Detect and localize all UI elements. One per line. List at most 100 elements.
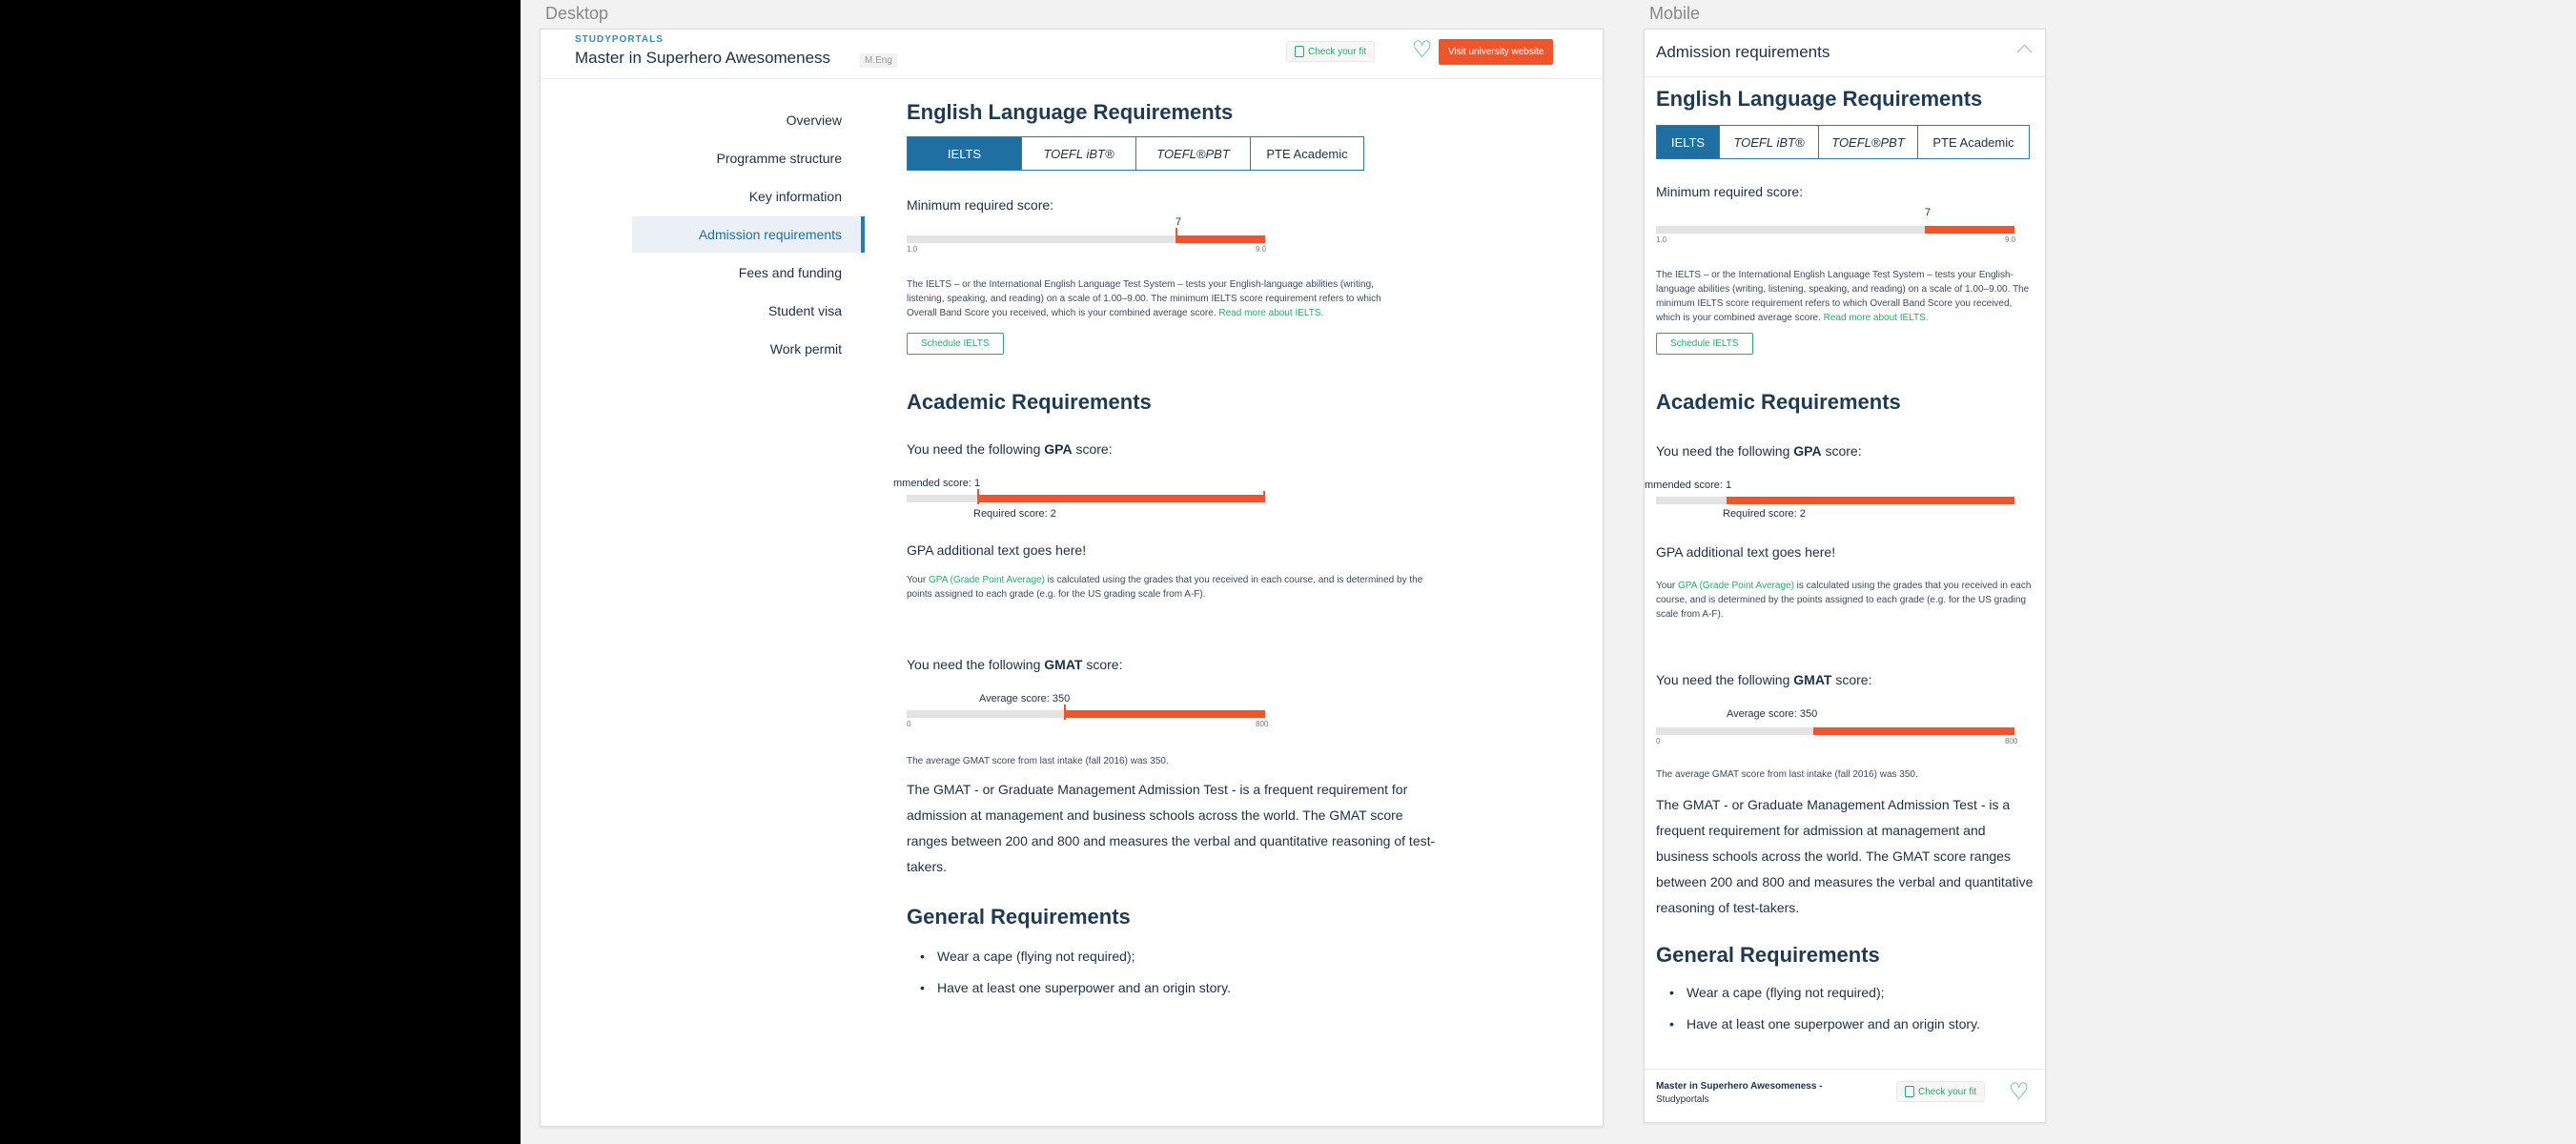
mobile-general-requirements-list: Wear a cape (flying not required); Have … [1656,985,2037,1048]
gpa-bar-end-marker [1263,491,1265,502]
mobile-tab-toefl-ibt[interactable]: TOEFL iBT® [1720,126,1819,158]
mobile-gpa-label-bold: GPA [1793,443,1822,459]
gpa-label-suffix: score: [1072,441,1113,457]
schedule-ielts-button[interactable]: Schedule IELTS [907,333,1004,355]
mobile-gpa-label-prefix: You need the following [1656,443,1794,459]
gpa-label-bold: GPA [1044,441,1073,457]
tab-ielts[interactable]: IELTS [908,137,1022,170]
mobile-gmat-score-bar: Average score: 350 0 800 [1656,708,2018,746]
mobile-check-fit-label: Check your fit [1918,1086,1977,1097]
mobile-gpa-bar-fill [1727,497,2014,504]
mobile-gmat-label-suffix: score: [1831,672,1872,687]
gpa-score-bar: mmended score: 1 Required score: 2 [893,478,1275,520]
general-title: General Requirements [907,905,1131,929]
desktop-canvas-label: Desktop [545,4,609,23]
tab-toefl-ibt[interactable]: TOEFL iBT® [1022,137,1136,170]
mobile-gpa-required-label: Required score: 2 [1723,508,1806,520]
mobile-check-fit-button[interactable]: Check your fit [1896,1081,1986,1102]
tab-toefl-pbt[interactable]: TOEFL®PBT [1136,137,1251,170]
heart-icon[interactable]: ♡ [2009,1081,2030,1104]
check-fit-button[interactable]: Check your fit [1286,41,1376,62]
nav-item-fees-funding[interactable]: Fees and funding [632,255,865,291]
nav-item-admission-requirements[interactable]: Admission requirements [632,216,865,253]
gmat-label-suffix: score: [1082,657,1123,672]
nav-item-work-permit[interactable]: Work permit [632,331,865,367]
mobile-gpa-additional-text: GPA additional text goes here! [1656,544,1836,560]
mobile-general-title: General Requirements [1656,943,1880,967]
mobile-gmat-label-bold: GMAT [1793,672,1832,687]
mobile-frame: Admission requirements English Language … [1644,29,2046,1123]
left-black-panel [0,0,521,1144]
mobile-ielts-read-more-link[interactable]: Read more about IELTS. [1824,313,1929,323]
heart-icon[interactable]: ♡ [1412,39,1433,62]
general-requirements-list: Wear a cape (flying not required); Have … [907,949,1441,1011]
nav-item-overview[interactable]: Overview [632,102,865,138]
mobile-footer-subtitle: Studyportals [1656,1094,1709,1105]
gmat-bar-fill [1063,710,1265,718]
desktop-frame: STUDYPORTALS Master in Superhero Awesome… [540,29,1604,1127]
mobile-ielts-score-value: 7 [1925,207,1932,218]
mobile-tab-pte-academic[interactable]: PTE Academic [1918,126,2029,158]
mobile-gpa-definition-link[interactable]: GPA (Grade Point Average) [1678,581,1794,591]
clipboard-icon [1905,1086,1914,1097]
programme-title: Master in Superhero Awesomeness [575,49,831,67]
ielts-bar-marker [1176,228,1177,243]
gpa-bar-fill [977,495,1265,502]
tab-pte-academic[interactable]: PTE Academic [1251,137,1363,170]
brand-label[interactable]: STUDYPORTALS [575,34,664,45]
mobile-footer-title: Master in Superhero Awesomeness - [1656,1081,1823,1092]
mobile-ielts-description: The IELTS – or the International English… [1656,268,2037,325]
ielts-read-more-link[interactable]: Read more about IELTS. [1218,308,1323,318]
gmat-description: The GMAT - or Graduate Management Admiss… [907,782,1436,874]
list-item: Wear a cape (flying not required); [1656,985,2037,1016]
gpa-label-prefix: You need the following [907,441,1045,457]
academic-title: Academic Requirements [907,390,1152,414]
mobile-tab-toefl-pbt-label: TOEFL®PBT [1831,134,1905,150]
mobile-ielts-bar-fill [1925,226,2014,234]
mobile-schedule-ielts-button[interactable]: Schedule IELTS [1656,333,1753,355]
gmat-bar-marker [1063,705,1066,720]
ielts-bar-fill [1176,235,1265,243]
mobile-canvas-label: Mobile [1649,4,1701,23]
gmat-score-bar: Average score: 350 0 800 [907,693,1269,731]
nav-item-key-information[interactable]: Key information [632,178,865,214]
ielts-score-bar: 7 1.0 9.0 [907,216,1269,255]
mobile-section-header[interactable]: Admission requirements [1645,30,2045,77]
mobile-gpa-label-suffix: score: [1821,443,1862,459]
ielts-min-tick: 1.0 [907,245,918,254]
gmat-max-tick: 800 [1256,720,1269,728]
mobile-min-score-label: Minimum required score: [1656,184,1804,199]
gpa-required-label: Required score: 2 [973,508,1056,520]
mobile-gpa-description: Your GPA (Grade Point Average) is calcul… [1656,579,2041,622]
mobile-academic-title: Academic Requirements [1656,390,1901,414]
desktop-header: STUDYPORTALS Master in Superhero Awesome… [541,30,1603,79]
gmat-label-bold: GMAT [1044,657,1083,672]
nav-item-student-visa[interactable]: Student visa [632,293,865,329]
tab-toefl-ibt-label: TOEFL iBT® [1043,146,1114,161]
mobile-tab-toefl-pbt[interactable]: TOEFL®PBT [1819,126,1918,158]
mobile-section-title: Admission requirements [1656,43,1830,61]
english-title: English Language Requirements [907,100,1234,124]
list-item: Have at least one superpower and an orig… [907,980,1441,1011]
mobile-english-title: English Language Requirements [1656,87,1983,111]
mobile-gmat-label-prefix: You need the following [1656,672,1794,687]
mobile-gmat-label: You need the following GMAT score: [1656,672,1871,687]
gpa-bar-marker [977,489,979,504]
mobile-gpa-recommended-label: mmended score: 1 [1645,480,1732,491]
gpa-definition-link[interactable]: GPA (Grade Point Average) [929,575,1045,585]
mobile-tab-ielts[interactable]: IELTS [1657,126,1720,158]
check-fit-label: Check your fit [1308,46,1367,57]
mobile-gmat-bar-fill [1812,727,2014,735]
mobile-sticky-footer: Master in Superhero Awesomeness - Studyp… [1645,1069,2045,1122]
degree-tag: M.Eng [860,53,897,68]
gmat-label-prefix: You need the following [907,657,1045,672]
mobile-gmat-note: The average GMAT score from last intake … [1656,769,1918,780]
mobile-gpa-score-bar: mmended score: 1 Required score: 2 [1645,478,2045,520]
min-score-label: Minimum required score: [907,197,1054,213]
mobile-gmat-description: The GMAT - or Graduate Management Admiss… [1656,797,2034,915]
visit-university-button[interactable]: Visit university website [1439,39,1554,65]
tab-toefl-pbt-label: TOEFL®PBT [1156,146,1230,161]
chevron-up-icon[interactable] [2016,44,2033,60]
ielts-description: The IELTS – or the International English… [907,277,1412,320]
nav-item-programme-structure[interactable]: Programme structure [632,140,865,176]
